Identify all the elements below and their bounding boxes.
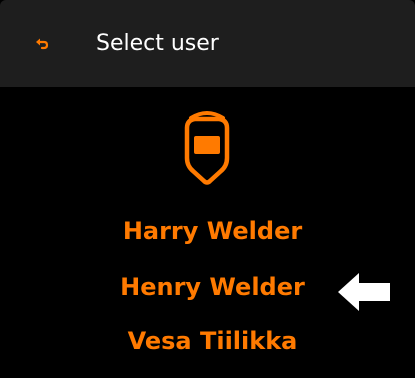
header-bar: Select user (0, 0, 415, 87)
back-arrow-icon[interactable] (32, 34, 52, 54)
selection-arrow-icon (338, 273, 390, 311)
welding-helmet-icon (184, 111, 230, 185)
page-title: Select user (96, 31, 219, 56)
select-user-screen: Select user Harry Welder Henry Welder Ve… (0, 0, 415, 378)
user-item-harry-welder[interactable]: Harry Welder (0, 214, 415, 248)
user-item-vesa-tiilikka[interactable]: Vesa Tiilikka (0, 324, 415, 358)
